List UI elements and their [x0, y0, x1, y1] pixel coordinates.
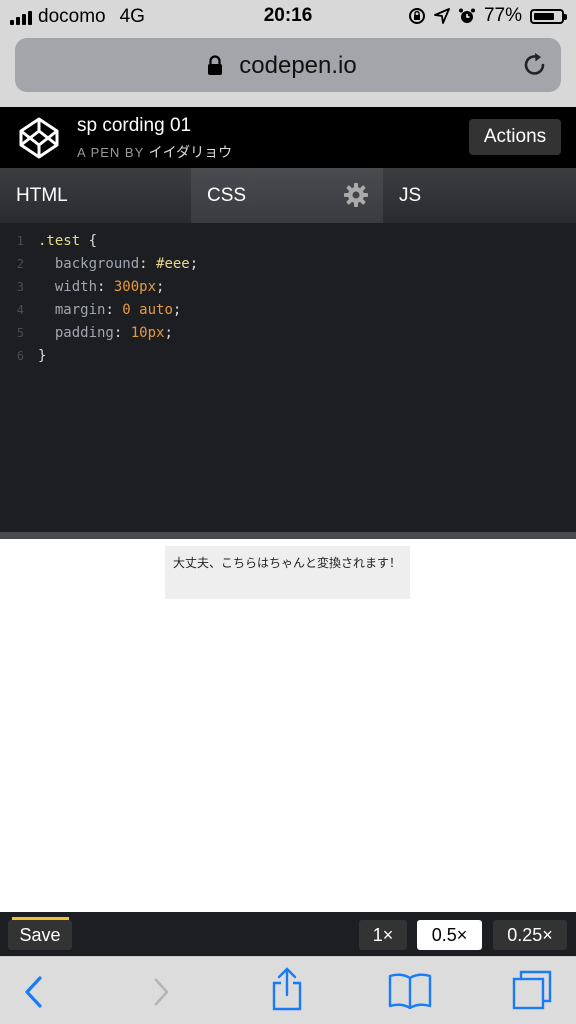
- code-line[interactable]: 4 margin: 0 auto;: [0, 298, 182, 321]
- url-text: codepen.io: [239, 52, 357, 79]
- tab-css-label: CSS: [207, 184, 247, 206]
- location-icon: [434, 8, 450, 24]
- browser-header: codepen.io: [0, 32, 576, 107]
- line-number: 6: [16, 348, 24, 363]
- back-icon[interactable]: [22, 975, 44, 1009]
- tabs-icon[interactable]: [511, 969, 553, 1011]
- pen-header: sp cording 01 A PEN BY イイダリョウ Actions: [0, 107, 576, 168]
- actions-button[interactable]: Actions: [469, 119, 561, 155]
- line-number: 3: [16, 279, 24, 294]
- line-number: 2: [16, 256, 24, 271]
- save-button[interactable]: Save: [8, 920, 72, 950]
- bookmarks-icon[interactable]: [388, 971, 432, 1009]
- battery-fill: [534, 12, 554, 20]
- test-box: 大丈夫、こちらはちゃんと変換されます！: [165, 546, 410, 599]
- tab-js[interactable]: JS: [383, 168, 576, 223]
- pen-title: sp cording 01: [77, 115, 192, 136]
- byline-label: A PEN BY: [77, 145, 145, 160]
- code-line[interactable]: 3 width: 300px;: [0, 275, 165, 298]
- line-number: 4: [16, 302, 24, 317]
- battery-percent: 77%: [483, 5, 522, 26]
- tab-html[interactable]: HTML: [0, 168, 191, 223]
- code-text: width: 300px;: [54, 278, 165, 295]
- tab-css[interactable]: CSS: [191, 168, 383, 223]
- zoom-0.5x-button[interactable]: 0.5×: [417, 920, 482, 950]
- code-text: padding: 10px;: [54, 324, 173, 341]
- status-bar: docomo 4G 20:16 77%: [0, 0, 576, 32]
- preview-pane: 大丈夫、こちらはちゃんと変換されます！: [0, 539, 576, 912]
- pen-byline: A PEN BY イイダリョウ: [77, 142, 232, 162]
- code-text: background: #eee;: [54, 255, 199, 272]
- code-line[interactable]: 1 .test {: [0, 229, 97, 252]
- alarm-icon: [458, 8, 475, 23]
- share-icon[interactable]: [270, 967, 304, 1011]
- css-editor[interactable]: 1 .test {2 background: #eee; 3 width: 300p…: [0, 223, 576, 532]
- editor-tabs: HTML CSS JS: [0, 168, 576, 223]
- forward-icon[interactable]: [152, 977, 170, 1007]
- code-line[interactable]: 5 padding: 10px;: [0, 321, 173, 344]
- author-link[interactable]: イイダリョウ: [149, 144, 232, 160]
- battery-icon: [530, 8, 567, 24]
- zoom-1x-button[interactable]: 1×: [359, 920, 407, 950]
- code-text: .test {: [38, 232, 98, 249]
- codepen-logo-icon[interactable]: [16, 115, 62, 161]
- browser-toolbar: [0, 956, 576, 1024]
- save-indicator: [12, 917, 69, 920]
- gear-icon[interactable]: [343, 182, 369, 208]
- zoom-0.25x-button[interactable]: 0.25×: [493, 920, 567, 950]
- resize-handle[interactable]: [0, 532, 576, 539]
- code-text: margin: 0 auto;: [54, 301, 182, 318]
- line-number: 1: [16, 233, 24, 248]
- status-right: 77%: [408, 5, 567, 27]
- code-text: }: [38, 347, 47, 364]
- pen-footer: Save 1× 0.5× 0.25×: [0, 912, 576, 956]
- code-line[interactable]: 6}: [0, 344, 47, 367]
- reload-icon[interactable]: [521, 51, 549, 79]
- address-bar[interactable]: codepen.io: [15, 38, 561, 92]
- rotation-lock-icon: [408, 8, 425, 24]
- code-line[interactable]: 2 background: #eee;: [0, 252, 198, 275]
- line-number: 5: [16, 325, 24, 340]
